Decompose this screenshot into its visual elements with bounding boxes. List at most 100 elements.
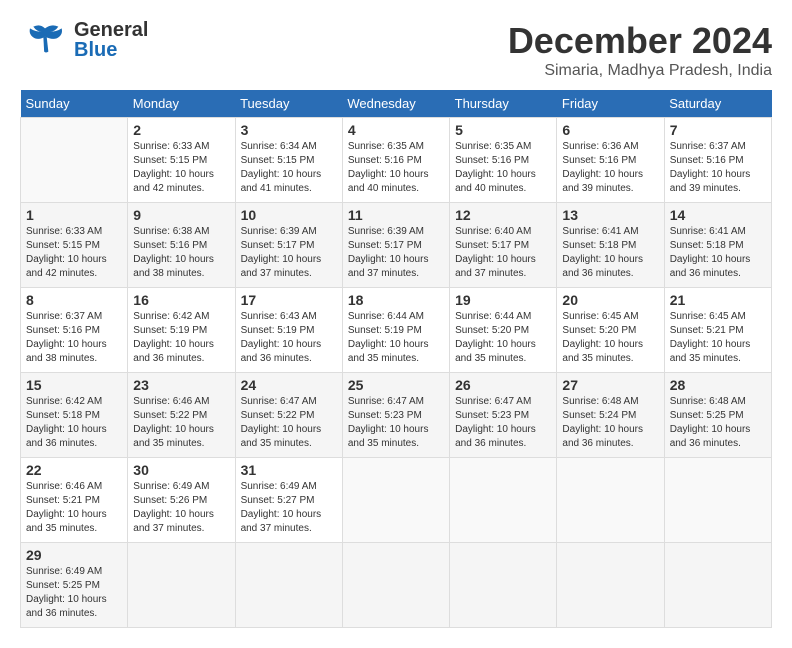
day-info: Sunrise: 6:36 AM Sunset: 5:16 PM Dayligh… [562,140,658,196]
day-number: 11 [348,207,444,223]
calendar-week-row: 29 Sunrise: 6:49 AM Sunset: 5:25 PM Dayli… [21,543,772,628]
day-number: 30 [133,462,229,478]
day-info: Sunrise: 6:47 AM Sunset: 5:23 PM Dayligh… [455,395,551,451]
calendar-cell [21,118,128,203]
calendar-cell [128,543,235,628]
logo-icon [20,20,70,60]
day-number: 4 [348,122,444,138]
day-info: Sunrise: 6:45 AM Sunset: 5:21 PM Dayligh… [670,310,766,366]
day-info: Sunrise: 6:48 AM Sunset: 5:24 PM Dayligh… [562,395,658,451]
day-info: Sunrise: 6:33 AM Sunset: 5:15 PM Dayligh… [26,225,122,281]
day-info: Sunrise: 6:34 AM Sunset: 5:15 PM Dayligh… [241,140,337,196]
day-info: Sunrise: 6:35 AM Sunset: 5:16 PM Dayligh… [348,140,444,196]
day-info: Sunrise: 6:41 AM Sunset: 5:18 PM Dayligh… [670,225,766,281]
location: Simaria, Madhya Pradesh, India [508,62,772,80]
calendar-cell [557,458,664,543]
day-info: Sunrise: 6:49 AM Sunset: 5:27 PM Dayligh… [241,480,337,536]
logo: General Blue [20,20,148,60]
calendar-cell [342,543,449,628]
day-info: Sunrise: 6:42 AM Sunset: 5:19 PM Dayligh… [133,310,229,366]
calendar-cell: 4 Sunrise: 6:35 AM Sunset: 5:16 PM Daylig… [342,118,449,203]
day-number: 16 [133,292,229,308]
calendar-cell: 1Sunrise: 6:33 AM Sunset: 5:15 PM Daylig… [21,203,128,288]
calendar-cell: 27 Sunrise: 6:48 AM Sunset: 5:24 PM Dayli… [557,373,664,458]
day-number: 12 [455,207,551,223]
day-info: Sunrise: 6:41 AM Sunset: 5:18 PM Dayligh… [562,225,658,281]
day-number: 31 [241,462,337,478]
day-number: 2 [133,122,229,138]
day-number: 14 [670,207,766,223]
calendar-cell: 6Sunrise: 6:36 AM Sunset: 5:16 PM Daylig… [557,118,664,203]
day-number: 26 [455,377,551,393]
day-info: Sunrise: 6:46 AM Sunset: 5:22 PM Dayligh… [133,395,229,451]
calendar-cell [664,543,771,628]
calendar-cell: 7 Sunrise: 6:37 AM Sunset: 5:16 PM Daylig… [664,118,771,203]
day-info: Sunrise: 6:47 AM Sunset: 5:22 PM Dayligh… [241,395,337,451]
month-title: December 2024 [508,20,772,62]
calendar-cell: 10Sunrise: 6:39 AM Sunset: 5:17 PM Dayli… [235,203,342,288]
day-info: Sunrise: 6:37 AM Sunset: 5:16 PM Dayligh… [670,140,766,196]
day-of-week-header: Wednesday [342,90,449,118]
day-number: 7 [670,122,766,138]
page-header: General Blue December 2024 Simaria, Madh… [20,20,772,80]
calendar-cell: 31 Sunrise: 6:49 AM Sunset: 5:27 PM Dayli… [235,458,342,543]
calendar-cell [235,543,342,628]
day-number: 25 [348,377,444,393]
day-info: Sunrise: 6:45 AM Sunset: 5:20 PM Dayligh… [562,310,658,366]
calendar-cell: 14 Sunrise: 6:41 AM Sunset: 5:18 PM Dayli… [664,203,771,288]
calendar-cell: 12 Sunrise: 6:40 AM Sunset: 5:17 PM Dayli… [450,203,557,288]
calendar-cell: 16 Sunrise: 6:42 AM Sunset: 5:19 PM Dayli… [128,288,235,373]
day-info: Sunrise: 6:49 AM Sunset: 5:25 PM Dayligh… [26,565,122,621]
day-info: Sunrise: 6:49 AM Sunset: 5:26 PM Dayligh… [133,480,229,536]
calendar-cell: 25Sunrise: 6:47 AM Sunset: 5:23 PM Dayli… [342,373,449,458]
calendar-cell: 22Sunrise: 6:46 AM Sunset: 5:21 PM Dayli… [21,458,128,543]
day-info: Sunrise: 6:40 AM Sunset: 5:17 PM Dayligh… [455,225,551,281]
calendar-cell: 18Sunrise: 6:44 AM Sunset: 5:19 PM Dayli… [342,288,449,373]
day-info: Sunrise: 6:43 AM Sunset: 5:19 PM Dayligh… [241,310,337,366]
day-info: Sunrise: 6:39 AM Sunset: 5:17 PM Dayligh… [241,225,337,281]
day-info: Sunrise: 6:35 AM Sunset: 5:16 PM Dayligh… [455,140,551,196]
day-number: 5 [455,122,551,138]
calendar-cell: 21 Sunrise: 6:45 AM Sunset: 5:21 PM Dayli… [664,288,771,373]
calendar-cell: 20 Sunrise: 6:45 AM Sunset: 5:20 PM Dayli… [557,288,664,373]
day-info: Sunrise: 6:44 AM Sunset: 5:19 PM Dayligh… [348,310,444,366]
calendar-week-row: 22Sunrise: 6:46 AM Sunset: 5:21 PM Dayli… [21,458,772,543]
day-of-week-header: Monday [128,90,235,118]
calendar-cell: 24 Sunrise: 6:47 AM Sunset: 5:22 PM Dayli… [235,373,342,458]
day-number: 9 [133,207,229,223]
day-number: 17 [241,292,337,308]
calendar-week-row: 15Sunrise: 6:42 AM Sunset: 5:18 PM Dayli… [21,373,772,458]
day-number: 29 [26,547,122,563]
day-of-week-header: Tuesday [235,90,342,118]
day-info: Sunrise: 6:48 AM Sunset: 5:25 PM Dayligh… [670,395,766,451]
day-info: Sunrise: 6:33 AM Sunset: 5:15 PM Dayligh… [133,140,229,196]
day-info: Sunrise: 6:42 AM Sunset: 5:18 PM Dayligh… [26,395,122,451]
day-number: 23 [133,377,229,393]
calendar-cell: 3 Sunrise: 6:34 AM Sunset: 5:15 PM Daylig… [235,118,342,203]
day-number: 27 [562,377,658,393]
day-number: 28 [670,377,766,393]
calendar-cell: 29 Sunrise: 6:49 AM Sunset: 5:25 PM Dayli… [21,543,128,628]
day-of-week-header: Friday [557,90,664,118]
calendar-cell: 2 Sunrise: 6:33 AM Sunset: 5:15 PM Daylig… [128,118,235,203]
calendar-week-row: 2 Sunrise: 6:33 AM Sunset: 5:15 PM Daylig… [21,118,772,203]
day-info: Sunrise: 6:39 AM Sunset: 5:17 PM Dayligh… [348,225,444,281]
calendar-cell: 30 Sunrise: 6:49 AM Sunset: 5:26 PM Dayli… [128,458,235,543]
day-of-week-header: Thursday [450,90,557,118]
calendar-cell: 17 Sunrise: 6:43 AM Sunset: 5:19 PM Dayli… [235,288,342,373]
day-number: 8 [26,292,122,308]
title-block: December 2024 Simaria, Madhya Pradesh, I… [508,20,772,80]
day-number: 21 [670,292,766,308]
calendar-cell: 23 Sunrise: 6:46 AM Sunset: 5:22 PM Dayli… [128,373,235,458]
day-number: 13 [562,207,658,223]
day-info: Sunrise: 6:38 AM Sunset: 5:16 PM Dayligh… [133,225,229,281]
calendar-week-row: 8Sunrise: 6:37 AM Sunset: 5:16 PM Daylig… [21,288,772,373]
calendar-cell: 8Sunrise: 6:37 AM Sunset: 5:16 PM Daylig… [21,288,128,373]
calendar-cell [450,543,557,628]
day-number: 24 [241,377,337,393]
logo-text: General Blue [74,20,148,60]
calendar-cell: 13 Sunrise: 6:41 AM Sunset: 5:18 PM Dayli… [557,203,664,288]
day-number: 20 [562,292,658,308]
calendar-cell: 26 Sunrise: 6:47 AM Sunset: 5:23 PM Dayli… [450,373,557,458]
day-number: 3 [241,122,337,138]
